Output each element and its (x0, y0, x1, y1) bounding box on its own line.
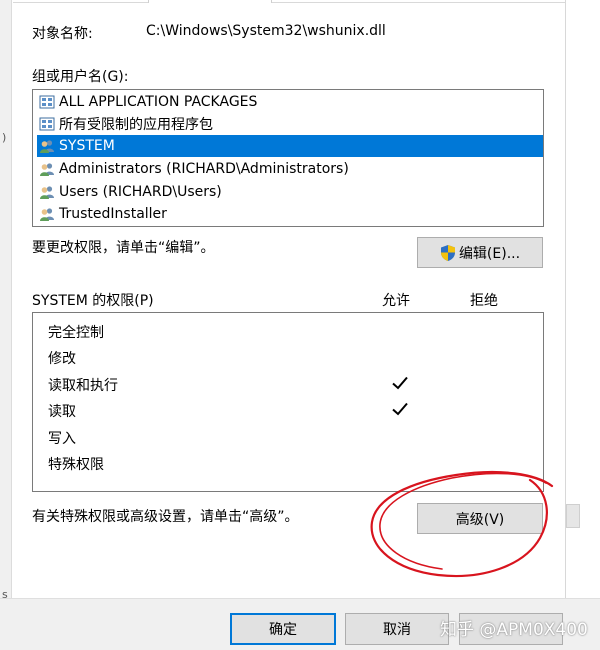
list-item[interactable]: TrustedInstaller (37, 203, 543, 225)
permission-name: 读取和执行 (48, 378, 118, 394)
background-window-edge (0, 0, 12, 650)
edit-button[interactable]: 编辑(E)... (417, 237, 543, 268)
package-icon (39, 95, 55, 109)
uac-shield-icon (440, 244, 455, 261)
list-item[interactable]: ALL APPLICATION PACKAGES (37, 91, 543, 113)
watermark: 知乎 @APM0X400 (440, 620, 588, 640)
list-item-selected[interactable]: SYSTEM (37, 135, 543, 157)
tab-strip-border (13, 2, 565, 3)
users-icon (40, 208, 54, 221)
package-icon (39, 117, 55, 131)
users-icon (40, 186, 54, 199)
edge-artifact: ) (2, 131, 7, 144)
ok-button-label: 确定 (269, 622, 297, 638)
allow-check-icon (392, 402, 408, 416)
cancel-button-label: 取消 (383, 622, 411, 638)
edit-hint: 要更改权限，请单击“编辑”。 (32, 240, 215, 256)
groups-listbox[interactable]: ALL APPLICATION PACKAGES 所有受限制的应用程序包 SYS… (32, 89, 544, 227)
groups-label: 组或用户名(G): (32, 69, 129, 85)
background-window-scroll (566, 504, 580, 528)
permission-name: 写入 (48, 431, 76, 447)
background-window-edge (565, 0, 600, 650)
deny-column-header: 拒绝 (470, 293, 498, 309)
edit-button-label: 编辑(E)... (458, 245, 521, 262)
object-name-label: 对象名称: (32, 26, 93, 42)
object-name-value: C:\Windows\System32\wshunix.dll (146, 23, 386, 39)
permission-row: 修改 (33, 344, 543, 370)
cancel-button[interactable]: 取消 (345, 613, 449, 645)
permission-row: 读取和执行 (33, 371, 543, 397)
permission-row: 特殊权限 (33, 450, 543, 476)
allow-check-icon (392, 376, 408, 390)
advanced-button-label: 高级(V) (455, 511, 505, 528)
permissions-label: SYSTEM 的权限(P) (32, 293, 154, 309)
allow-column-header: 允许 (382, 293, 410, 309)
permission-row: 写入 (33, 424, 543, 450)
list-item[interactable]: Administrators (RICHARD\Administrators) (37, 158, 543, 180)
permission-row: 读取 (33, 397, 543, 423)
permission-name: 修改 (48, 351, 76, 367)
tab-security[interactable] (148, 0, 272, 3)
permission-name: 读取 (48, 404, 76, 420)
users-icon (40, 163, 54, 176)
list-item[interactable]: Users (RICHARD\Users) (37, 181, 543, 203)
permission-name: 特殊权限 (48, 457, 104, 473)
list-item-label: SYSTEM (59, 138, 115, 154)
list-item-label: TrustedInstaller (59, 206, 167, 222)
permission-name: 完全控制 (48, 325, 104, 341)
list-item-label: 所有受限制的应用程序包 (59, 117, 213, 133)
advanced-button[interactable]: 高级(V) (417, 503, 543, 534)
permissions-list[interactable]: 完全控制 修改 读取和执行 读取 写入 特殊权限 (32, 312, 544, 492)
list-item-label: Administrators (RICHARD\Administrators) (59, 161, 349, 177)
users-icon (40, 140, 54, 153)
list-item-label: ALL APPLICATION PACKAGES (59, 94, 258, 110)
permission-row: 完全控制 (33, 318, 543, 344)
advanced-hint: 有关特殊权限或高级设置，请单击“高级”。 (32, 509, 299, 525)
list-item[interactable]: 所有受限制的应用程序包 (37, 113, 543, 135)
list-item-label: Users (RICHARD\Users) (59, 184, 222, 200)
ok-button[interactable]: 确定 (230, 613, 336, 645)
